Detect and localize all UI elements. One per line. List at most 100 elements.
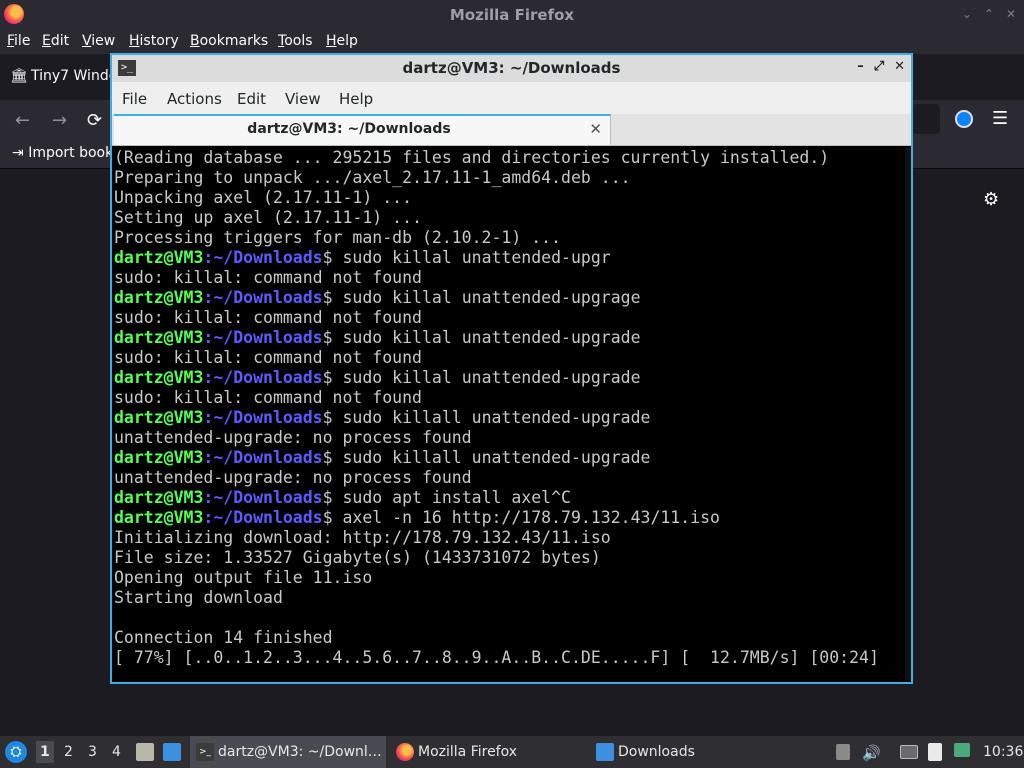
prompt-path: :~/Downloads: [203, 288, 323, 307]
menu-bookmarks[interactable]: Bookmarks: [190, 33, 268, 49]
terminal-scrollbar[interactable]: [905, 148, 911, 680]
terminal-window-title: dartz@VM3: ~/Downloads: [402, 59, 621, 77]
terminal-command-line: dartz@VM3:~/Downloads$ sudo killal unatt…: [114, 288, 904, 308]
network-icon[interactable]: [900, 745, 918, 759]
terminal-command-line: dartz@VM3:~/Downloads$ sudo apt install …: [114, 488, 904, 508]
file-manager-icon[interactable]: [136, 743, 154, 761]
terminal-output-line: Setting up axel (2.17.11-1) ...: [114, 208, 422, 227]
terminal-output-line: Connection 14 finished: [114, 628, 333, 647]
clipboard-icon[interactable]: [836, 744, 850, 760]
terminal-output-line: sudo: killal: command not found: [114, 388, 422, 407]
terminal-command-line: dartz@VM3:~/Downloads$ sudo killal unatt…: [114, 248, 904, 268]
command-text: $ sudo killall unattended-upgrade: [322, 448, 651, 467]
taskbar: ⛭ 1 2 3 4 >_ dartz@VM3: ~/Downl… Mozilla…: [0, 736, 1024, 768]
close-icon[interactable]: ✕: [1006, 7, 1016, 21]
menu-history[interactable]: History: [129, 33, 179, 49]
terminal-output-line: (Reading database ... 295215 files and d…: [114, 148, 830, 167]
maximize-icon[interactable]: ⌃: [984, 7, 994, 21]
updates-icon[interactable]: [954, 743, 970, 757]
show-desktop-icon[interactable]: [163, 743, 181, 761]
close-icon[interactable]: ✕: [894, 59, 905, 74]
workspace-2[interactable]: 2: [64, 744, 73, 760]
prompt-user: dartz@VM3: [114, 508, 204, 527]
task-downloads-label: Downloads: [618, 744, 695, 760]
minimize-icon[interactable]: –: [857, 59, 864, 74]
prompt-path: :~/Downloads: [203, 448, 323, 467]
command-text: $ axel -n 16 http://178.79.132.43/11.iso: [322, 508, 720, 527]
terminal-output-line: sudo: killal: command not found: [114, 308, 422, 327]
menu-help[interactable]: Help: [339, 90, 373, 108]
folder-task-icon: [596, 743, 614, 761]
terminal-output-line: Starting download: [114, 588, 283, 607]
prompt-user: dartz@VM3: [114, 488, 204, 507]
menu-help[interactable]: Help: [326, 33, 358, 49]
terminal-output-line: File size: 1.33527 Gigabyte(s) (14337310…: [114, 548, 601, 567]
workspace-1[interactable]: 1: [36, 741, 54, 763]
prompt-user: dartz@VM3: [114, 448, 204, 467]
task-firefox[interactable]: Mozilla Firefox: [390, 736, 582, 768]
clock: 10:36: [983, 744, 1024, 760]
menu-actions[interactable]: Actions: [167, 90, 222, 108]
forward-arrow-icon[interactable]: →: [52, 110, 67, 131]
volume-icon[interactable]: 🔊: [862, 744, 881, 762]
menu-file[interactable]: File: [7, 33, 30, 49]
reload-icon[interactable]: ⟳: [87, 110, 102, 131]
terminal-window-controls: – ⤢ ✕: [857, 59, 905, 74]
prompt-user: dartz@VM3: [114, 368, 204, 387]
command-text: $ sudo killall unattended-upgrade: [322, 408, 651, 427]
menu-view[interactable]: View: [82, 33, 115, 49]
prompt-path: :~/Downloads: [203, 328, 323, 347]
task-firefox-label: Mozilla Firefox: [418, 744, 518, 760]
terminal-command-line: dartz@VM3:~/Downloads$ sudo killal unatt…: [114, 328, 904, 348]
menu-edit[interactable]: Edit: [42, 33, 69, 49]
menu-view[interactable]: View: [285, 90, 321, 108]
command-text: $ sudo killal unattended-upgrade: [322, 328, 641, 347]
import-bookmarks-button[interactable]: ⇥ Import book: [12, 145, 113, 161]
prompt-path: :~/Downloads: [203, 408, 323, 427]
settings-gear-icon[interactable]: ⚙: [983, 189, 999, 210]
terminal-titlebar[interactable]: >_ dartz@VM3: ~/Downloads – ⤢ ✕: [112, 55, 911, 82]
terminal-tab[interactable]: dartz@VM3: ~/Downloads ✕: [114, 114, 611, 145]
terminal-tab-label: dartz@VM3: ~/Downloads: [247, 121, 451, 137]
terminal-window[interactable]: >_ dartz@VM3: ~/Downloads – ⤢ ✕ File Act…: [110, 53, 913, 684]
workspace-3[interactable]: 3: [88, 744, 97, 760]
url-bar[interactable]: [912, 104, 940, 134]
workspace-4[interactable]: 4: [112, 744, 121, 760]
command-text: $ sudo killal unattended-upgr: [322, 248, 611, 267]
notes-icon[interactable]: [928, 743, 942, 761]
prompt-user: dartz@VM3: [114, 328, 204, 347]
hamburger-menu-icon[interactable]: ☰: [992, 108, 1008, 129]
terminal-output-line: Unpacking axel (2.17.11-1) ...: [114, 188, 413, 207]
menu-edit[interactable]: Edit: [237, 90, 266, 108]
minimize-icon[interactable]: ⌄: [962, 7, 972, 21]
firefox-window-title: Mozilla Firefox: [449, 6, 575, 24]
command-text: $ sudo killal unattended-upgrage: [322, 288, 641, 307]
start-menu-icon[interactable]: ⛭: [5, 741, 27, 763]
terminal-output-line: Initializing download: http://178.79.132…: [114, 528, 611, 547]
task-terminal[interactable]: >_ dartz@VM3: ~/Downl…: [190, 736, 386, 768]
tab-close-icon[interactable]: ✕: [589, 120, 602, 138]
terminal-command-line: dartz@VM3:~/Downloads$ sudo killal unatt…: [114, 368, 904, 388]
terminal-command-line: dartz@VM3:~/Downloads$ sudo killall unat…: [114, 408, 904, 428]
menu-file[interactable]: File: [122, 90, 147, 108]
menu-tools[interactable]: Tools: [278, 33, 313, 49]
maximize-icon[interactable]: ⤢: [874, 59, 884, 74]
terminal-output-line: Preparing to unpack .../axel_2.17.11-1_a…: [114, 168, 631, 187]
prompt-user: dartz@VM3: [114, 248, 204, 267]
terminal-output-line: [ 77%] [..0..1.2..3...4..5.6..7..8..9..A…: [114, 648, 879, 667]
account-icon[interactable]: [955, 110, 973, 128]
firefox-tab[interactable]: Tiny7 Windo: [31, 68, 117, 84]
task-terminal-label: dartz@VM3: ~/Downl…: [218, 744, 382, 760]
firefox-task-icon: [396, 743, 414, 761]
firefox-window-controls: ⌄ ⌃ ✕: [962, 7, 1016, 21]
prompt-path: :~/Downloads: [203, 488, 323, 507]
prompt-user: dartz@VM3: [114, 408, 204, 427]
terminal-output[interactable]: (Reading database ... 295215 files and d…: [114, 148, 904, 680]
terminal-output-line: unattended-upgrade: no process found: [114, 428, 472, 447]
tab-favicon-icon: 🏛: [10, 68, 28, 84]
back-arrow-icon[interactable]: ←: [15, 110, 30, 131]
task-downloads[interactable]: Downloads: [590, 736, 750, 768]
firefox-titlebar: Mozilla Firefox ⌄ ⌃ ✕: [0, 0, 1024, 30]
terminal-output-line: sudo: killal: command not found: [114, 268, 422, 287]
